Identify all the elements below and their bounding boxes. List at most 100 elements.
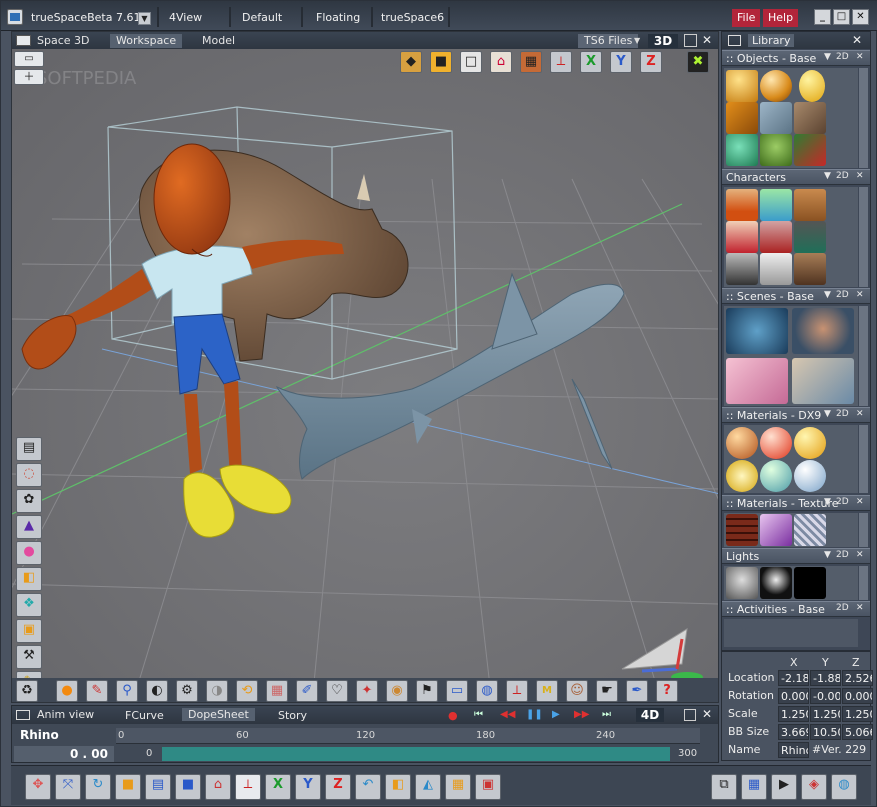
book-icon[interactable]: ▤ xyxy=(145,774,171,800)
texture-thumb-metal[interactable] xyxy=(794,514,826,546)
lib-section-close-icon[interactable]: ✕ xyxy=(856,409,864,419)
view-close-icon[interactable]: ✕ xyxy=(702,33,712,47)
name-field[interactable]: Rhino xyxy=(778,742,809,758)
ts6-files-dropdown[interactable]: ▼ xyxy=(634,35,643,47)
material-thumb-5[interactable] xyxy=(760,460,792,492)
x-axis-icon[interactable]: X xyxy=(580,51,602,73)
chevron-down-icon[interactable]: ▼ xyxy=(824,171,831,181)
light-thumb-3[interactable] xyxy=(794,567,826,599)
lib-section-objects-base[interactable]: :: Objects - Base ▼ 2D ✕ xyxy=(722,50,870,66)
z-axis-lock-icon[interactable]: Z xyxy=(325,774,351,800)
chevron-down-icon[interactable]: ▼ xyxy=(824,550,831,560)
frame-tool-icon[interactable]: □ xyxy=(460,51,482,73)
lib-section-activities-base[interactable]: :: Activities - Base 2D ✕ xyxy=(722,601,870,617)
lib-characters-scrollbar[interactable] xyxy=(859,187,868,287)
help-icon[interactable]: ? xyxy=(656,680,678,702)
lib-2d-toggle[interactable]: 2D xyxy=(836,603,849,613)
face-icon[interactable]: ☺ xyxy=(566,680,588,702)
lib-section-close-icon[interactable]: ✕ xyxy=(856,171,864,181)
anim-close-icon[interactable]: ✕ xyxy=(702,707,712,721)
cone-tool-icon[interactable]: ▲ xyxy=(16,515,42,539)
light-thumb-2[interactable] xyxy=(760,567,792,599)
object-thumb-shark[interactable] xyxy=(760,102,792,134)
lib-section-scenes-base[interactable]: :: Scenes - Base ▼ 2D ✕ xyxy=(722,288,870,304)
tab-fcurve[interactable]: FCurve xyxy=(125,709,164,722)
lib-objects-scrollbar[interactable] xyxy=(859,68,868,168)
texture-tool-icon[interactable]: ▦ xyxy=(520,51,542,73)
layout-tab-default[interactable]: Default xyxy=(242,9,282,27)
forward-icon[interactable]: ▶▶ xyxy=(574,709,589,720)
primitives-tool-icon[interactable]: ✿ xyxy=(16,489,42,513)
rotation-x-field[interactable]: 0.000 xyxy=(778,688,809,704)
bbsize-x-field[interactable]: 3.669 xyxy=(778,724,809,740)
lib-lights-scrollbar[interactable] xyxy=(859,566,868,600)
camera-icon[interactable]: ◭ xyxy=(415,774,441,800)
lib-section-close-icon[interactable]: ✕ xyxy=(856,497,864,507)
rewind-icon[interactable]: ◀◀ xyxy=(500,709,515,720)
view-mode-4d[interactable]: 4D xyxy=(636,708,664,722)
pause-icon[interactable]: ❚❚ xyxy=(526,709,543,720)
object-thumb-dog[interactable] xyxy=(726,102,758,134)
object-thumb-egg[interactable] xyxy=(799,70,825,102)
lib-section-close-icon[interactable]: ✕ xyxy=(856,52,864,62)
menu-file[interactable]: File xyxy=(732,9,761,27)
ts6-files-button[interactable]: TS6 Files xyxy=(578,34,639,48)
cube-tool-icon[interactable]: ■ xyxy=(430,51,452,73)
object-thumb-rhino[interactable] xyxy=(794,102,826,134)
move-all-icon[interactable]: ✖ xyxy=(687,51,709,73)
bone-icon[interactable]: ✦ xyxy=(356,680,378,702)
globe-icon[interactable]: ◍ xyxy=(476,680,498,702)
character-thumb-3[interactable] xyxy=(794,189,826,221)
axis-tool-icon[interactable]: ⟂ xyxy=(550,51,572,73)
bbsize-z-field[interactable]: 5.066 xyxy=(842,724,873,740)
character-thumb-2[interactable] xyxy=(760,189,792,221)
tab-workspace[interactable]: Workspace xyxy=(110,34,183,48)
library-tool-icon[interactable]: ▤ xyxy=(16,437,42,461)
edit-icon[interactable]: ✐ xyxy=(296,680,318,702)
lib-section-characters[interactable]: Characters ▼ 2D ✕ xyxy=(722,169,870,185)
lib-section-close-icon[interactable]: ✕ xyxy=(856,603,864,613)
pin-icon[interactable]: ⚑ xyxy=(416,680,438,702)
world-icon[interactable]: ◍ xyxy=(831,774,857,800)
library-close-icon[interactable]: ✕ xyxy=(852,33,862,47)
chevron-down-icon[interactable]: ▼ xyxy=(824,290,831,300)
texture-thumb-brick[interactable] xyxy=(726,514,758,546)
tab-story[interactable]: Story xyxy=(278,709,307,722)
move-tool-icon[interactable]: ✥ xyxy=(25,774,51,800)
scene-icon[interactable]: ◈ xyxy=(801,774,827,800)
spiral-icon[interactable]: ⟲ xyxy=(236,680,258,702)
time-readout[interactable]: 0 . 00 xyxy=(14,746,114,762)
layout-tab-floating[interactable]: Floating xyxy=(316,9,360,27)
z-axis-icon[interactable]: Z xyxy=(640,51,662,73)
layout-tab-truespace6[interactable]: trueSpace6 xyxy=(381,9,444,27)
skip-forward-icon[interactable]: ⏭ xyxy=(602,709,611,720)
chevron-down-icon[interactable]: ▼ xyxy=(824,52,831,62)
character-thumb-4[interactable] xyxy=(726,221,758,253)
scene-thumb-room[interactable] xyxy=(792,358,854,404)
lib-materials-scrollbar[interactable] xyxy=(859,425,868,493)
cube-orange-icon[interactable]: ■ xyxy=(115,774,141,800)
lib-2d-toggle[interactable]: 2D xyxy=(836,290,849,300)
group-tool-icon[interactable]: ❖ xyxy=(16,593,42,617)
tab-model[interactable]: Model xyxy=(202,34,235,48)
character-thumb-1[interactable] xyxy=(726,189,758,221)
select-tool-icon[interactable]: ▭ xyxy=(14,51,44,67)
lib-2d-toggle[interactable]: 2D xyxy=(836,409,849,419)
menu-help[interactable]: Help xyxy=(763,9,799,27)
view-restore-button[interactable] xyxy=(684,34,697,47)
palette-icon[interactable]: ◉ xyxy=(386,680,408,702)
object-tool-icon[interactable]: ◆ xyxy=(400,51,422,73)
object-thumb-tree[interactable] xyxy=(760,134,792,166)
lib-texture-scrollbar[interactable] xyxy=(859,513,868,547)
texture-thumb-pink[interactable] xyxy=(760,514,792,546)
timeline-ruler[interactable]: 0 60 120 180 240 xyxy=(116,728,700,744)
axis-gizmo-icon[interactable]: ⟂ xyxy=(235,774,261,800)
material-thumb-3[interactable] xyxy=(794,427,826,459)
lib-section-lights[interactable]: Lights ▼ 2D ✕ xyxy=(722,548,870,564)
location-x-field[interactable]: -2.18 xyxy=(778,670,809,686)
scale-x-field[interactable]: 1.250 xyxy=(778,706,809,722)
title-dropdown-button[interactable]: ▼ xyxy=(138,12,151,25)
lib-2d-toggle[interactable]: 2D xyxy=(836,497,849,507)
tab-dopesheet[interactable]: DopeSheet xyxy=(182,708,255,721)
lib-scenes-scrollbar[interactable] xyxy=(859,306,868,406)
